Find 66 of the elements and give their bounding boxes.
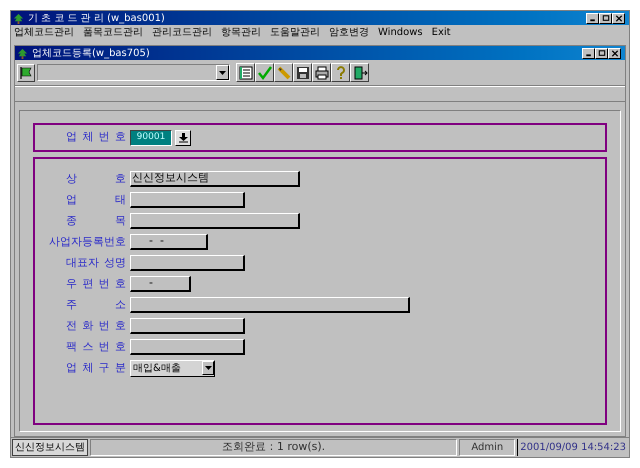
field-label: 전 화 번 호 xyxy=(66,318,126,334)
save-icon xyxy=(294,64,310,80)
maximize-button[interactable] xyxy=(595,48,608,58)
field-label: 팩 스 번 호 xyxy=(66,338,126,355)
tree-icon xyxy=(13,12,24,24)
menu-item[interactable]: 도움말관리 xyxy=(270,25,320,40)
exit-door-icon xyxy=(352,64,368,80)
field-label: 업 체 구 분 xyxy=(66,360,126,376)
checkmark-icon xyxy=(256,64,272,80)
close-icon xyxy=(614,14,624,22)
menu-item[interactable]: Windows xyxy=(378,25,423,40)
status-message: 조회완료 : 1 row(s). xyxy=(90,439,458,456)
maximize-icon xyxy=(596,48,606,58)
close-icon xyxy=(610,48,620,58)
input-field[interactable] xyxy=(130,192,245,208)
flag-button[interactable] xyxy=(17,64,35,82)
category-dropdown[interactable]: 매입&매출 xyxy=(130,360,215,376)
field-label: 대표자 성명 xyxy=(66,254,126,271)
pencil-icon xyxy=(276,64,292,80)
input-field[interactable] xyxy=(130,255,245,271)
field-label: 업 태 xyxy=(66,192,126,208)
list-icon xyxy=(238,64,254,80)
menu-item[interactable]: 암호변경 xyxy=(329,25,369,40)
status-company: 신신정보시스템 xyxy=(12,439,88,456)
checkmark-button[interactable] xyxy=(255,63,274,82)
window-title: 기 초 코 드 관 리 (w_bas001) xyxy=(28,12,165,26)
minimize-button[interactable] xyxy=(582,48,595,58)
dropdown-value: 매입&매출 xyxy=(133,362,182,376)
pencil-button[interactable] xyxy=(274,63,293,82)
field-label: 상 호 xyxy=(66,170,126,187)
window-title: 업체코드등록(w_bas705) xyxy=(32,46,150,60)
input-field[interactable]: - - xyxy=(130,234,208,250)
input-field[interactable] xyxy=(130,339,245,355)
printer-button[interactable] xyxy=(312,63,331,82)
maximize-icon xyxy=(600,14,610,22)
input-field[interactable] xyxy=(130,213,300,229)
field-label: 사업자등록번호 xyxy=(49,234,126,250)
vendor-number-field[interactable]: 90001 xyxy=(130,130,172,146)
list-button[interactable] xyxy=(236,63,255,82)
lookup-button[interactable] xyxy=(175,130,191,146)
menu-item[interactable]: 업체코드관리 xyxy=(14,25,74,40)
toolbar-dropdown[interactable] xyxy=(37,64,230,81)
status-datetime: 2001/09/09 14:54:23 xyxy=(517,439,628,456)
field-label: 종 목 xyxy=(66,212,126,229)
minimize-button[interactable] xyxy=(586,12,599,24)
input-field[interactable] xyxy=(130,318,245,334)
tree-icon xyxy=(17,48,28,58)
printer-icon xyxy=(314,64,330,80)
field-label: 주 소 xyxy=(66,296,126,313)
help-button[interactable] xyxy=(331,63,350,82)
maximize-button[interactable] xyxy=(599,12,612,24)
close-button[interactable] xyxy=(608,48,621,58)
input-field[interactable] xyxy=(130,297,410,313)
menu-item[interactable]: 항목관리 xyxy=(221,25,261,40)
field-label: 업 체 번 호 xyxy=(66,129,126,146)
input-field[interactable]: - xyxy=(130,276,191,292)
menu-item[interactable]: 관리코드관리 xyxy=(152,25,212,40)
exit-door-button[interactable] xyxy=(350,63,369,82)
menu-item[interactable]: Exit xyxy=(432,25,451,40)
down-arrow-icon xyxy=(178,132,188,142)
field-label: 우 편 번 호 xyxy=(66,276,126,292)
menu-item[interactable]: 품목코드관리 xyxy=(83,25,143,40)
close-button[interactable] xyxy=(612,12,625,24)
status-user: Admin xyxy=(459,439,516,456)
save-button[interactable] xyxy=(293,63,312,82)
input-field[interactable]: 신신정보시스템 xyxy=(130,171,300,187)
